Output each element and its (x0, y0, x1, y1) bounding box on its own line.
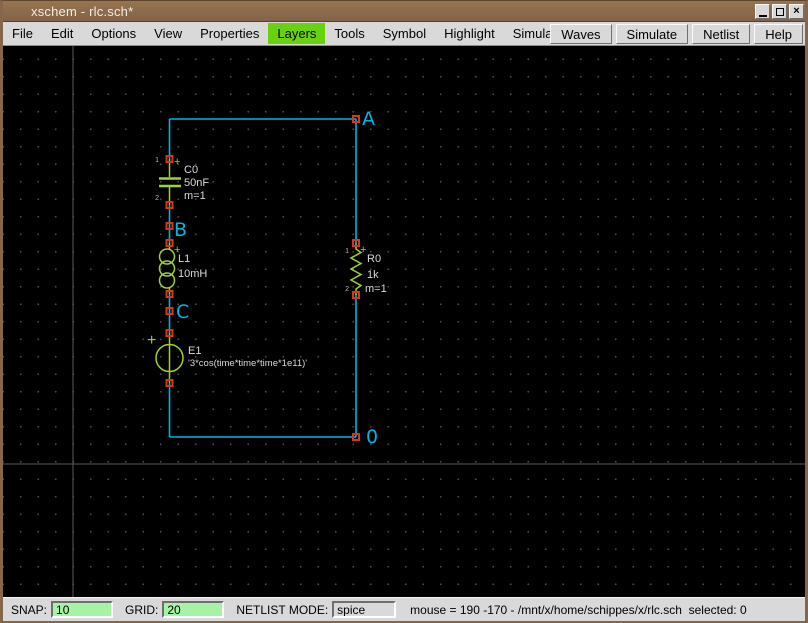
menubar: File Edit Options View Properties Layers… (3, 22, 805, 46)
menu-symbol[interactable]: Symbol (374, 23, 435, 44)
node-label-a[interactable]: A (362, 108, 375, 130)
source-name: E1 (188, 345, 201, 357)
inductor-name: L1 (178, 253, 190, 265)
maximize-icon (776, 8, 784, 16)
capacitor-plus-sign: + (174, 156, 180, 168)
source-plus-sign: + (147, 332, 156, 349)
node-label-b[interactable]: B (174, 219, 187, 241)
origin-axes (3, 46, 805, 597)
capacitor-value: 50nF (184, 177, 209, 189)
menu-options[interactable]: Options (82, 23, 145, 44)
mouse-coordinates-info: mouse = 190 -170 - /mnt/x/home/schippes/… (410, 603, 747, 617)
capacitor-mult: m=1 (184, 190, 206, 202)
node-label-gnd[interactable]: 0 (366, 426, 378, 448)
resistor-pin2-number: 2 (345, 286, 349, 293)
netlist-mode-label: NETLIST MODE: (236, 603, 328, 617)
menu-view[interactable]: View (145, 23, 191, 44)
inductor-value: 10mH (178, 268, 207, 280)
menu-tools[interactable]: Tools (325, 23, 373, 44)
menu-file[interactable]: File (3, 23, 42, 44)
window-controls: × (755, 4, 804, 19)
menu-edit[interactable]: Edit (42, 23, 82, 44)
simulate-button[interactable]: Simulate (616, 24, 689, 44)
node-label-c[interactable]: C (176, 301, 189, 323)
snap-input[interactable] (51, 601, 113, 618)
menu-properties[interactable]: Properties (191, 23, 268, 44)
capacitor-name: C0 (184, 164, 198, 176)
close-button[interactable]: × (789, 4, 804, 19)
titlebar[interactable]: xschem - rlc.sch* × (3, 1, 805, 22)
inductor-l1[interactable]: + L1 10mH (160, 243, 208, 294)
toolbar-buttons: Waves Simulate Netlist Help (550, 24, 803, 44)
help-button[interactable]: Help (754, 24, 803, 44)
source-value: '3*cos(time*time*time*1e11)' (188, 358, 307, 369)
resistor-pin1-number: 1 (345, 248, 349, 255)
close-icon: × (793, 6, 799, 17)
resistor-name: R0 (367, 253, 381, 265)
maximize-button[interactable] (772, 4, 787, 19)
xschem-window: xschem - rlc.sch* × File Edit Options Vi… (0, 0, 808, 623)
window-title: xschem - rlc.sch* (31, 4, 133, 19)
minimize-button[interactable] (755, 4, 770, 19)
source-e1[interactable]: + E1 '3*cos(time*time*time*1e11)' (147, 332, 307, 383)
resistor-plus-sign: + (360, 244, 366, 256)
schematic-drawing: + 1 2 C0 50nF m=1 + L1 10mH (3, 46, 805, 597)
netlist-mode-input[interactable] (332, 601, 396, 618)
grid-label: GRID: (125, 603, 158, 617)
schematic-canvas[interactable]: + 1 2 C0 50nF m=1 + L1 10mH (3, 46, 805, 597)
grid-input[interactable] (162, 601, 224, 618)
menu-layers[interactable]: Layers (268, 23, 325, 44)
capacitor-c0[interactable]: + 1 2 C0 50nF m=1 (155, 156, 209, 205)
capacitor-pin1-number: 1 (155, 157, 159, 164)
capacitor-pin2-number: 2 (155, 195, 159, 202)
statusbar: SNAP: GRID: NETLIST MODE: mouse = 190 -1… (3, 597, 805, 621)
snap-label: SNAP: (11, 603, 47, 617)
waves-button[interactable]: Waves (550, 24, 611, 44)
minimize-icon (759, 15, 767, 17)
resistor-value: 1k (367, 269, 379, 281)
resistor-r0[interactable]: + 1 2 R0 1k m=1 (345, 243, 387, 295)
menu-highlight[interactable]: Highlight (435, 23, 504, 44)
netlist-button[interactable]: Netlist (692, 24, 750, 44)
resistor-mult: m=1 (365, 283, 387, 295)
